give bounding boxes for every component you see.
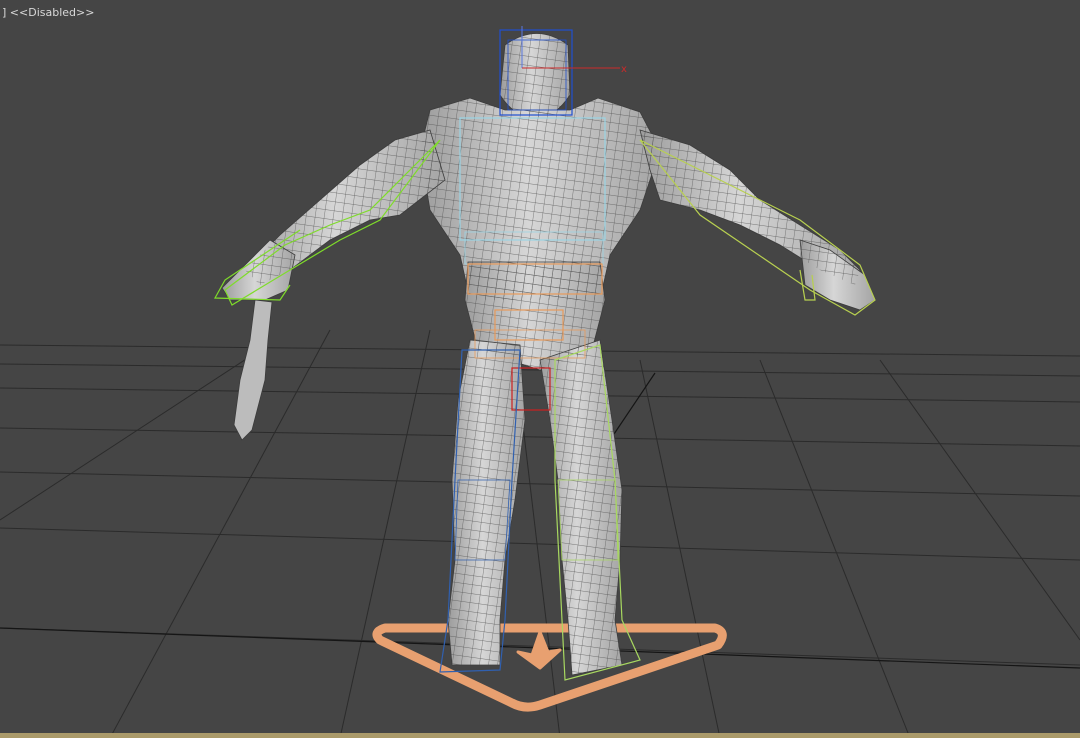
- wireframe-overlay: [245, 33, 860, 675]
- scene-canvas[interactable]: x: [0, 0, 1080, 738]
- viewport-frame-border: [0, 733, 1080, 738]
- viewport-perspective[interactable]: ] <<Disabled>> x: [0, 0, 1080, 738]
- root-helper: [372, 623, 727, 712]
- gizmo-x-label: x: [621, 64, 627, 75]
- home-grid: [0, 329, 1080, 738]
